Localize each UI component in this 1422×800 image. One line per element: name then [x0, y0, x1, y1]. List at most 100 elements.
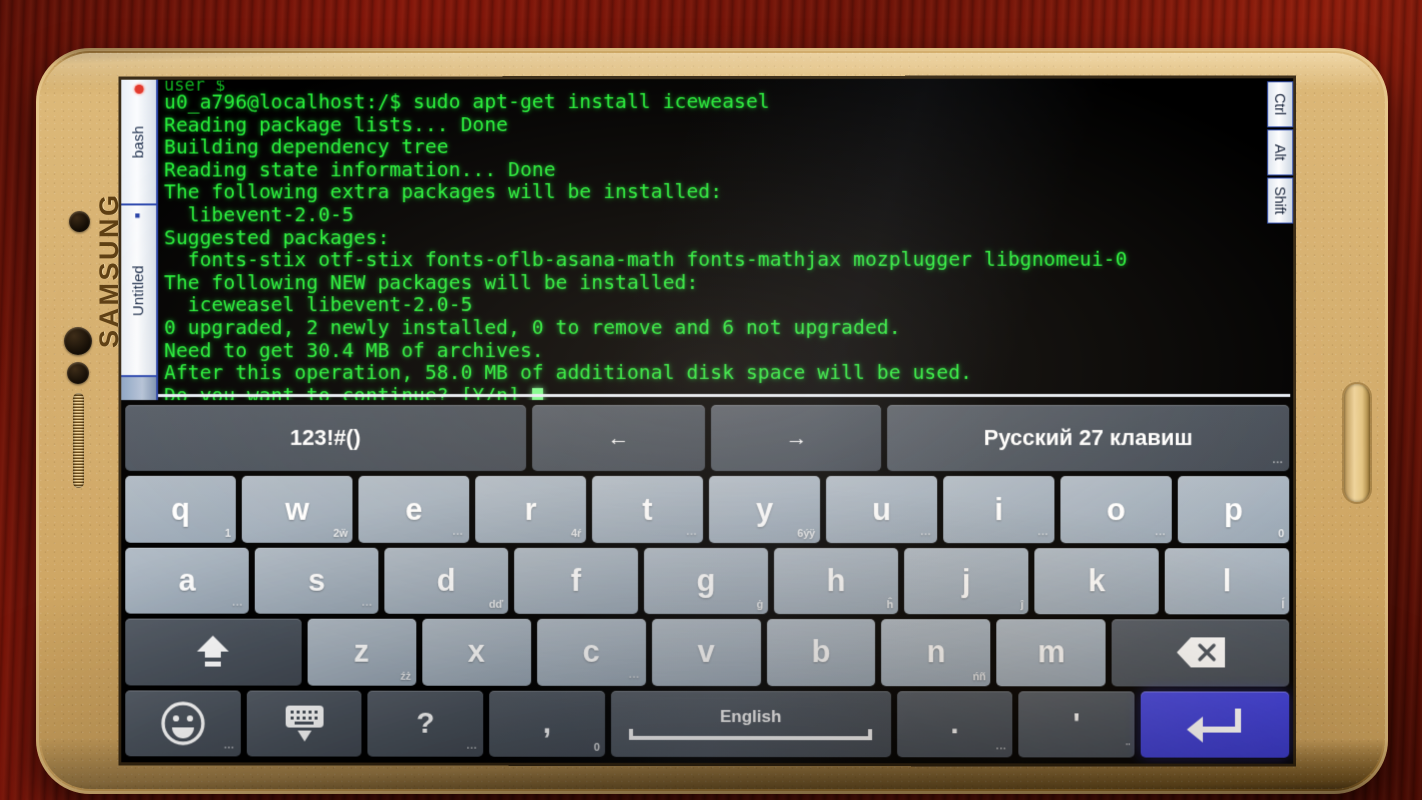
key-r[interactable]: r 4ŕ — [475, 476, 587, 543]
period-key[interactable]: .... — [896, 690, 1013, 758]
terminal-line: Reading package lists... Done — [164, 112, 509, 137]
key-v[interactable]: v — [651, 619, 761, 686]
key-z-hint: źż — [400, 670, 411, 683]
terminal-clipped-line: user $ — [164, 79, 226, 92]
key-j[interactable]: jĵ — [904, 547, 1029, 615]
key-a-label: a — [178, 562, 196, 598]
apostrophe-key[interactable]: ' ¨ — [1018, 690, 1135, 758]
key-j-label: j — [961, 563, 971, 599]
key-m[interactable]: m — [996, 619, 1107, 687]
comma-key-hint: 0 — [593, 741, 600, 754]
terminal-tab-bash[interactable]: bash — [121, 79, 157, 206]
terminal-emulator[interactable]: bash ■ Untitled user $ u0_a796@localhost… — [121, 78, 1294, 401]
key-a[interactable]: a... — [125, 547, 249, 614]
key-h[interactable]: hĥ — [774, 547, 899, 615]
key-w[interactable]: w 2ẅ — [241, 476, 353, 543]
key-p-hint: 0 — [1278, 528, 1285, 541]
key-q[interactable]: q1 — [125, 476, 236, 543]
terminal-line: The following extra packages will be ins… — [164, 180, 723, 204]
key-z[interactable]: z źż — [307, 618, 416, 686]
key-c-label: c — [582, 634, 600, 670]
backspace-icon — [1175, 636, 1227, 670]
key-n-label: n — [926, 634, 946, 670]
terminal-tab-strip[interactable]: bash ■ Untitled — [121, 79, 159, 401]
key-m-label: m — [1037, 634, 1066, 670]
key-n[interactable]: n ńñ — [881, 619, 991, 686]
key-o[interactable]: o... — [1060, 476, 1172, 544]
tab-marker-icon: ■ — [134, 210, 141, 221]
key-a-hint: ... — [232, 596, 243, 609]
enter-key[interactable] — [1140, 691, 1290, 758]
hide-keyboard-key[interactable] — [246, 690, 362, 757]
key-t-label: t — [642, 491, 653, 527]
samsung-phone: SAMSUNG bash ■ Untitled user $ u0_a796@l… — [36, 48, 1388, 794]
period-key-hint: ... — [995, 740, 1007, 753]
key-o-label: o — [1106, 491, 1126, 527]
key-x-label: x — [467, 634, 485, 670]
question-key-hint: ... — [466, 739, 478, 752]
terminal-line: Reading state information... Done — [164, 157, 556, 182]
question-key[interactable]: ?... — [367, 690, 484, 757]
key-f[interactable]: f — [514, 547, 639, 615]
bottom-row: ...?..., 0 English.... ' ¨ — [125, 690, 1290, 758]
key-p-label: p — [1223, 491, 1243, 527]
shift-key[interactable] — [125, 618, 302, 686]
key-g-label: g — [696, 563, 716, 599]
key-p[interactable]: p0 — [1177, 476, 1290, 544]
key-q-hint: 1 — [224, 527, 231, 540]
symbols-key[interactable]: 123!#() — [125, 405, 526, 472]
key-y[interactable]: y 6ýÿ — [708, 476, 821, 543]
arrow-left-key[interactable]: ← — [531, 405, 706, 472]
terminal-output-area[interactable]: user $ u0_a796@localhost:/$ sudo apt-get… — [158, 78, 1294, 401]
arrow-right-key[interactable]: → — [711, 404, 882, 472]
key-b[interactable]: b — [766, 619, 876, 686]
key-o-hint: ... — [1155, 525, 1166, 539]
language-key[interactable]: Русский 27 клавиш... — [887, 404, 1290, 472]
close-icon[interactable] — [134, 84, 144, 94]
terminal-line: u0_a796@localhost:/$ sudo apt-get instal… — [164, 89, 770, 114]
on-screen-keyboard[interactable]: 123!#() ← → Русский 27 клавиш... q 1 w 2ẅ e... r 4… — [121, 399, 1294, 764]
key-i-hint: ... — [1037, 525, 1049, 538]
key-h-hint: ĥ — [886, 599, 894, 612]
key-c[interactable]: c... — [536, 619, 646, 686]
terminal-line: fonts-stix otf-stix fonts-oflb-asana-mat… — [164, 247, 1128, 272]
key-t[interactable]: t... — [592, 476, 704, 543]
key-s[interactable]: s... — [254, 547, 379, 614]
comma-key[interactable]: ,0 — [489, 690, 605, 757]
key-y-label: y — [755, 491, 774, 527]
key-u-hint: ... — [920, 525, 932, 538]
key-d[interactable]: d dď — [384, 547, 509, 615]
key-b-label: b — [811, 634, 831, 670]
emoji-key[interactable]: ... — [125, 690, 241, 757]
terminal-line: Need to get 30.4 MB of archives. — [164, 338, 544, 362]
terminal-tab-strip-filler[interactable] — [121, 377, 157, 401]
space-key[interactable]: English — [610, 690, 891, 758]
key-t-hint: ... — [686, 525, 698, 538]
terminal-tab-untitled[interactable]: ■ Untitled — [121, 205, 157, 378]
alt-key-label: Alt — [1272, 144, 1289, 161]
backspace-key[interactable] — [1112, 619, 1290, 687]
terminal-tab-label: Untitled — [130, 264, 148, 316]
key-r-hint: 4ŕ — [571, 527, 582, 540]
front-camera-icon — [64, 327, 92, 355]
key-l[interactable]: lĺ — [1164, 548, 1290, 615]
terminal-line: iceweasel libevent-2.0-5 — [164, 293, 473, 317]
power-button[interactable] — [1344, 384, 1370, 502]
key-e-label: e — [405, 491, 423, 527]
ctrl-key[interactable]: Ctrl — [1267, 81, 1294, 128]
terminal-line: Do you want to continue? [Y/n] — [164, 384, 1293, 401]
key-u[interactable]: u... — [826, 476, 938, 543]
terminal-modifier-keys[interactable]: Ctrl Alt Shift — [1267, 81, 1294, 224]
key-x[interactable]: x — [421, 619, 531, 686]
alt-key[interactable]: Alt — [1267, 129, 1294, 176]
key-g[interactable]: gġ — [644, 547, 769, 615]
key-r-label: r — [524, 491, 537, 527]
shift-modifier-key[interactable]: Shift — [1267, 177, 1294, 224]
key-h-label: h — [826, 563, 846, 599]
key-f-label: f — [570, 562, 582, 598]
phone-screen[interactable]: bash ■ Untitled user $ u0_a796@localhost… — [121, 78, 1294, 764]
key-i[interactable]: i... — [943, 476, 1055, 543]
key-k[interactable]: k — [1034, 547, 1159, 615]
language-key-hint: ... — [1272, 454, 1284, 467]
key-e[interactable]: e... — [358, 476, 470, 543]
